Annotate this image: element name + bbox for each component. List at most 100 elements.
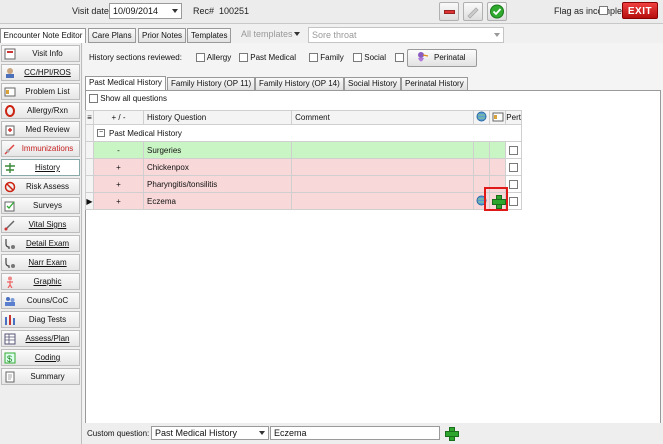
rec-label: Rec# (193, 6, 215, 16)
checkbox[interactable] (239, 53, 248, 63)
flag-incomplete-checkbox[interactable] (599, 6, 608, 15)
row-comment[interactable] (291, 192, 475, 210)
show-all-questions[interactable]: Show all questions (89, 94, 167, 104)
svg-text:$: $ (7, 354, 12, 364)
tab-social-history[interactable]: Social History (344, 77, 401, 91)
top-toolbar: Visit date: 10/09/2014 Rec# 100251 Flag … (0, 0, 663, 24)
globe-pen-icon (476, 111, 487, 122)
template-filter-select[interactable]: All templates (241, 27, 303, 43)
pert-checkbox[interactable] (509, 179, 519, 189)
sidebar-item-risk-assess[interactable]: Risk Assess (1, 178, 80, 195)
sidebar-item-allergy[interactable]: Allergy/Rxn (1, 102, 80, 119)
sidebar-item-graphic[interactable]: Graphic (1, 273, 80, 290)
sidebar-item-history[interactable]: History (1, 159, 80, 176)
tab-family-history-op11[interactable]: Family History (OP 11) (167, 77, 256, 91)
visit-info-icon (4, 48, 16, 60)
chevron-down-icon[interactable] (172, 9, 178, 13)
row-comment[interactable] (291, 141, 475, 159)
sidebar-item-detail-exam[interactable]: Detail Exam (1, 235, 80, 252)
history-icon (5, 163, 15, 173)
sections-reviewed-label: History sections reviewed: (89, 53, 182, 62)
checkbox[interactable] (89, 94, 98, 104)
sidebar-item-surveys[interactable]: Surveys (1, 197, 80, 214)
table-row[interactable]: + Pharyngitis/tonsilitis (85, 175, 522, 193)
table-row[interactable]: + Chickenpox (85, 158, 522, 176)
pert-checkbox[interactable] (509, 196, 519, 206)
stethoscope-icon (5, 239, 15, 249)
template-select[interactable]: Sore throat (308, 27, 504, 43)
reviewed-allergy[interactable]: Allergy (196, 53, 231, 63)
reviewed-social[interactable]: Social (353, 53, 386, 63)
group-label[interactable]: − Past Medical History (93, 124, 522, 142)
reviewed-perinatal[interactable] (395, 53, 404, 63)
chevron-down-icon[interactable] (259, 431, 265, 435)
comment-header[interactable]: Comment (291, 110, 475, 125)
notes-header[interactable] (489, 110, 507, 125)
sidebar-item-vital-signs[interactable]: Vital Signs (1, 216, 80, 233)
table-row[interactable]: ▶ + Eczema (85, 192, 522, 210)
perinatal-button[interactable]: Perinatal (407, 49, 477, 67)
sign-header[interactable]: + / - (92, 110, 145, 125)
row-sign[interactable]: + (92, 192, 145, 210)
reviewed-past-medical[interactable]: Past Medical (239, 53, 296, 63)
row-question[interactable]: Pharyngitis/tonsilitis (143, 175, 293, 193)
tab-family-history-op14[interactable]: Family History (OP 14) (255, 77, 344, 91)
row-question[interactable]: Eczema (143, 192, 293, 210)
sidebar-item-coding[interactable]: $ Coding (1, 349, 80, 366)
body-figure-icon (7, 276, 13, 288)
pert-checkbox[interactable] (509, 162, 519, 172)
checkbox[interactable] (196, 53, 205, 63)
edit-button[interactable] (463, 2, 483, 21)
collapse-icon[interactable]: − (97, 129, 105, 138)
cc-hpi-ros-icon (6, 68, 14, 78)
tab-encounter-note-editor[interactable]: Encounter Note Editor (0, 28, 86, 43)
sidebar-item-visit-info[interactable]: Visit Info (1, 45, 80, 62)
sidebar-item-assess-plan[interactable]: Assess/Plan (1, 330, 80, 347)
visit-date-select[interactable]: 10/09/2014 (109, 3, 182, 19)
confirm-button[interactable] (487, 2, 507, 21)
group-row: − Past Medical History (85, 124, 522, 142)
counseling-icon (5, 297, 15, 306)
sidebar-item-med-review[interactable]: Med Review (1, 121, 80, 138)
row-comment[interactable] (291, 175, 475, 193)
pert-checkbox[interactable] (509, 145, 519, 155)
tab-prior-notes[interactable]: Prior Notes (138, 28, 187, 43)
tab-care-plans[interactable]: Care Plans (88, 28, 136, 43)
row-sign[interactable]: + (92, 175, 145, 193)
chevron-down-icon[interactable] (294, 32, 300, 36)
tab-past-medical-history[interactable]: Past Medical History (85, 76, 166, 91)
sidebar-item-diag-tests[interactable]: Diag Tests (1, 311, 80, 328)
check-circle-icon (490, 4, 504, 19)
row-question[interactable]: Surgeries (143, 141, 293, 159)
globe-header[interactable] (473, 110, 491, 125)
reviewed-family[interactable]: Family (309, 53, 344, 63)
sidebar-item-problem-list[interactable]: Problem List (1, 83, 80, 100)
row-comment[interactable] (291, 158, 475, 176)
row-selector-header[interactable]: ≡ (85, 110, 94, 125)
question-header[interactable]: History Question (143, 110, 293, 125)
sidebar-item-immunizations[interactable]: Immunizations (1, 140, 80, 157)
flag-incomplete-label: Flag as incomplete (554, 6, 630, 16)
checkbox[interactable] (395, 53, 404, 63)
exit-button[interactable]: EXIT (622, 2, 658, 19)
sidebar-item-narr-exam[interactable]: Narr Exam (1, 254, 80, 271)
add-custom-question-button[interactable] (444, 426, 459, 441)
chevron-down-icon[interactable] (494, 33, 500, 37)
row-sign[interactable]: - (92, 141, 145, 159)
row-question[interactable]: Chickenpox (143, 158, 293, 176)
history-grid: ≡ + / - History Question Comment Pert − P… (85, 110, 522, 210)
table-row[interactable]: - Surgeries (85, 141, 522, 159)
pert-header[interactable]: Pert (505, 110, 522, 125)
sidebar-item-cc-hpi-ros[interactable]: CC/HPI/ROS (1, 64, 80, 81)
row-sign[interactable]: + (92, 158, 145, 176)
checkbox[interactable] (309, 53, 318, 63)
tab-perinatal-history[interactable]: Perinatal History (401, 77, 468, 91)
risk-assess-icon (4, 181, 16, 193)
sidebar-item-couns-coc[interactable]: Couns/CoC (1, 292, 80, 309)
sidebar-item-summary[interactable]: Summary (1, 368, 80, 385)
remove-button[interactable] (439, 2, 459, 21)
tab-templates[interactable]: Templates (187, 28, 232, 43)
custom-question-category-select[interactable]: Past Medical History (151, 426, 269, 440)
custom-question-input[interactable]: Eczema (270, 426, 440, 440)
checkbox[interactable] (353, 53, 362, 63)
